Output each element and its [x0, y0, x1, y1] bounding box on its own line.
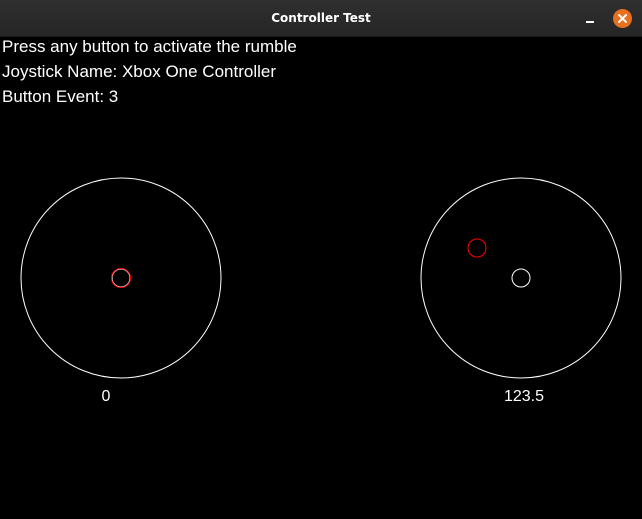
left-stick [20, 177, 222, 379]
left-stick-position-indicator [111, 268, 131, 288]
left-stick-range-circle [20, 177, 222, 379]
app-window: Controller Test Press any button to acti… [0, 0, 642, 519]
stick-canvas [20, 177, 622, 379]
right-stick-value: 123.5 [503, 388, 545, 405]
left-stick-value: 0 [101, 388, 111, 405]
right-stick [420, 177, 622, 379]
right-stick-position-indicator [467, 238, 487, 258]
right-stick-range-circle [420, 177, 622, 379]
right-stick-center-marker [511, 268, 531, 288]
left-stick-center-marker [111, 268, 131, 288]
